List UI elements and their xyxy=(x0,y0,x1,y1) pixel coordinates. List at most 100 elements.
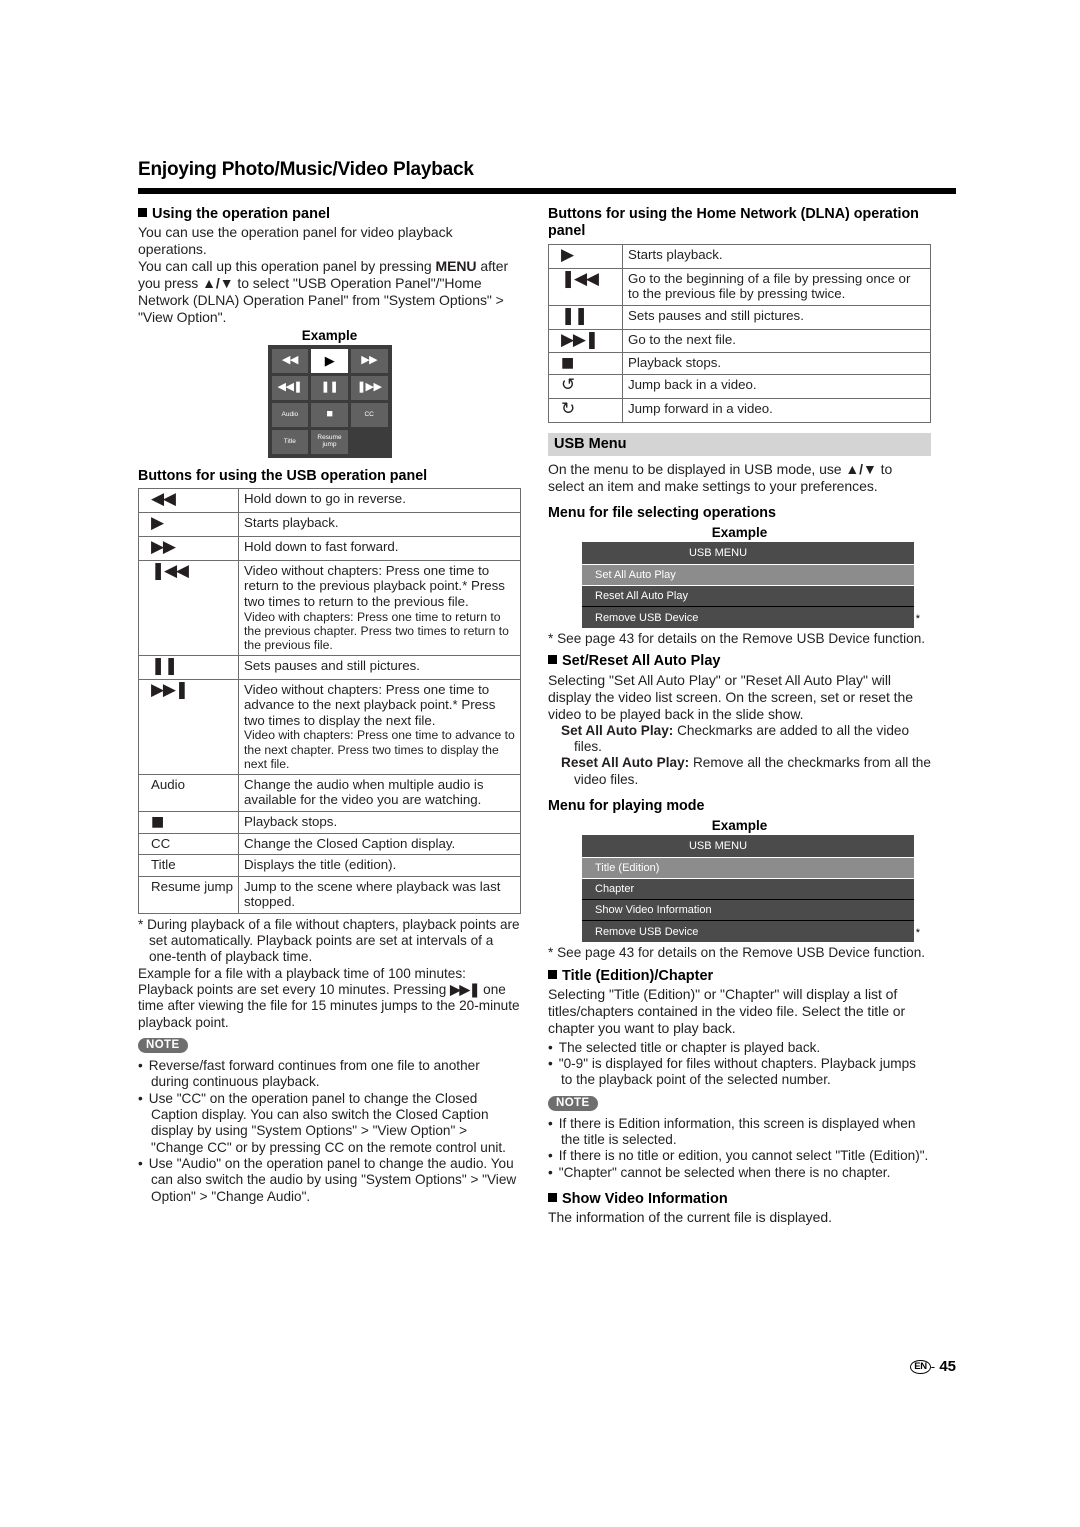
resume-jump-label: Resume jump xyxy=(151,878,234,894)
usb-menu-item-label: Set All Auto Play xyxy=(595,569,676,582)
description-text: Jump forward in a video. xyxy=(628,400,773,416)
button-icon-cell: ▶ xyxy=(137,512,240,538)
usb-menu-item-label: Chapter xyxy=(595,883,635,896)
button-description-cell: Jump to the scene where playback was las… xyxy=(238,875,521,914)
usb-menu-item-label: Reset All Auto Play xyxy=(595,590,688,603)
op-button-rewind[interactable]: ◀◀ xyxy=(271,348,309,373)
page-number: 45 xyxy=(939,1358,956,1375)
button-icon-cell: ▶▶❚ xyxy=(548,328,623,354)
table-row: ↺ Jump back in a video. xyxy=(548,374,931,399)
heading-label: Set/Reset All Auto Play xyxy=(562,653,721,670)
updown-arrows-icon: ▲/▼ xyxy=(845,460,877,477)
usb-footnote: * During playback of a file without chap… xyxy=(138,917,521,1031)
list-item: "0-9" is displayed for files without cha… xyxy=(548,1056,931,1089)
button-icon-cell: ▶▶ xyxy=(137,536,240,561)
op-button-stop[interactable]: ■ xyxy=(311,402,348,427)
table-row: ❚❚ Sets pauses and still pictures. xyxy=(137,654,521,680)
op-button-previous[interactable]: ◀◀❚ xyxy=(271,375,309,400)
heading-label: Title (Edition)/Chapter xyxy=(562,967,714,984)
heading-usb-operation-panel-table: Buttons for using the USB operation pane… xyxy=(138,467,428,484)
list-item: Use "Audio" on the operation panel to ch… xyxy=(138,1156,521,1205)
play-icon: ▶ xyxy=(561,244,574,265)
description-text: Hold down to fast forward. xyxy=(244,539,399,555)
button-icon-cell: Audio xyxy=(137,773,240,812)
table-row: ❚◀◀ Go to the beginning of a file by pres… xyxy=(548,267,931,306)
resume-jump-label: Resume jump xyxy=(317,434,342,448)
usb-menu-item[interactable]: Remove USB Device xyxy=(582,607,914,629)
usb-menu-item-label: Remove USB Device xyxy=(595,611,699,624)
button-icon-cell: ❚◀◀ xyxy=(548,267,623,306)
op-button-audio[interactable]: Audio xyxy=(271,402,309,427)
button-icon-cell: Title xyxy=(137,854,240,877)
table-row: ■ Playback stops. xyxy=(548,352,931,376)
pause-icon: ❚❚ xyxy=(561,305,588,326)
usb-menu-item[interactable]: Show Video Information xyxy=(582,900,914,922)
button-description-cell: Displays the title (edition). xyxy=(238,854,521,877)
description-text: Jump to the scene where playback was las… xyxy=(244,878,501,910)
button-description-cell: Change the Closed Caption display. xyxy=(238,832,521,856)
playing-mode-footnote: * See page 43 for details on the Remove … xyxy=(548,945,931,961)
usb-menu-list[interactable]: USB MENU Title (Edition) Chapter Show Video… xyxy=(582,835,914,943)
dlna-buttons-table: ▶ Starts playback. ❚◀◀ Go to the beginning … xyxy=(548,243,931,423)
op-button-title[interactable]: Title xyxy=(271,429,309,454)
heading-dlna-operation-panel-table: Buttons for using the Home Network (DLNA… xyxy=(548,205,919,240)
list-item: If there is no title or edition, you can… xyxy=(548,1148,931,1164)
fast-forward-icon: ▶▶ xyxy=(151,537,176,558)
square-bullet-icon xyxy=(548,969,557,979)
op-button-cc[interactable]: CC xyxy=(350,402,388,427)
show-video-info-para: The information of the current file is d… xyxy=(548,1209,832,1226)
usb-menu-item[interactable]: Remove USB Device xyxy=(582,921,914,943)
pause-icon: ❚❚ xyxy=(320,381,339,394)
page-title: Enjoying Photo/Music/Video Playback xyxy=(138,159,474,180)
description-text: Change the Closed Caption display. xyxy=(244,835,456,851)
previous-icon: ❚◀◀ xyxy=(561,268,599,289)
op-button-resume-jump[interactable]: Resume jump xyxy=(311,429,348,454)
button-icon-cell: CC xyxy=(137,832,240,856)
example-label-file-select: Example xyxy=(711,525,768,541)
description-text: Sets pauses and still pictures. xyxy=(628,307,804,323)
footnote-example-a: Example for a file with a playback time … xyxy=(138,965,466,998)
square-bullet-icon xyxy=(548,1192,557,1202)
using-panel-para1: You can use the operation panel for vide… xyxy=(138,224,453,258)
title-label: Title xyxy=(151,857,176,873)
set-all-auto-play-definition: Set All Auto Play: Checkmarks are added … xyxy=(548,723,931,756)
usb-menu-item[interactable]: Reset All Auto Play xyxy=(582,586,914,608)
description-text: Video without chapters: Press one time t… xyxy=(244,681,496,728)
play-icon: ▶ xyxy=(324,353,335,369)
usb-menu-item-label: Show Video Information xyxy=(595,904,712,917)
left-column: Using the operation panel You can use th… xyxy=(137,206,521,1205)
usb-menu-title: USB MENU xyxy=(582,542,914,566)
description-text: Displays the title (edition). xyxy=(244,857,397,873)
table-row: ■ Playback stops. xyxy=(137,810,521,834)
usb-menu-list[interactable]: USB MENU Set All Auto Play Reset All Auto … xyxy=(582,542,914,629)
stop-icon: ■ xyxy=(151,813,164,830)
footnote-text: * See page 43 for details on the Remove … xyxy=(548,945,926,961)
usb-menu-mock-playing-mode: USB MENU Title (Edition) Chapter Show Video… xyxy=(548,835,931,943)
description-text: Go to the next file. xyxy=(628,331,736,347)
example-label-playing-mode: Example xyxy=(711,818,768,834)
button-description-cell: Hold down to go in reverse. xyxy=(238,488,521,514)
title-chapter-bullets: The selected title or chapter is played … xyxy=(548,1040,931,1089)
usb-menu-item[interactable]: Set All Auto Play xyxy=(582,565,914,587)
usb-menu-mock-file-select: USB MENU Set All Auto Play Reset All Auto … xyxy=(548,542,931,629)
description-text: Playback stops. xyxy=(628,355,722,371)
button-description-cell: Starts playback. xyxy=(622,243,931,269)
table-row: Audio Change the audio when multiple audi… xyxy=(137,773,521,812)
button-description-cell: Sets pauses and still pictures. xyxy=(238,654,521,680)
button-icon-cell: ■ xyxy=(137,810,240,834)
usb-menu-item[interactable]: Title (Edition) xyxy=(582,858,914,880)
button-description-cell: Starts playback. xyxy=(238,512,521,538)
op-button-play[interactable]: ▶ xyxy=(311,348,348,373)
op-button-fast-forward[interactable]: ▶▶ xyxy=(350,348,388,373)
next-icon: ❚▶▶ xyxy=(356,381,382,394)
heading-using-operation-panel: Using the operation panel xyxy=(138,206,521,223)
usb-menu-intro-a: On the menu to be displayed in USB mode,… xyxy=(548,460,846,477)
table-row: ❚❚ Sets pauses and still pictures. xyxy=(548,304,931,330)
heading-label: Using the operation panel xyxy=(152,205,331,222)
op-button-pause[interactable]: ❚❚ xyxy=(311,375,348,400)
next-icon: ▶▶❚ xyxy=(561,329,599,350)
usb-menu-item[interactable]: Chapter xyxy=(582,879,914,901)
op-button-next[interactable]: ❚▶▶ xyxy=(350,375,388,400)
usb-menu-item-label: Title (Edition) xyxy=(595,862,660,875)
description-text: Change the audio when multiple audio is … xyxy=(244,776,484,808)
